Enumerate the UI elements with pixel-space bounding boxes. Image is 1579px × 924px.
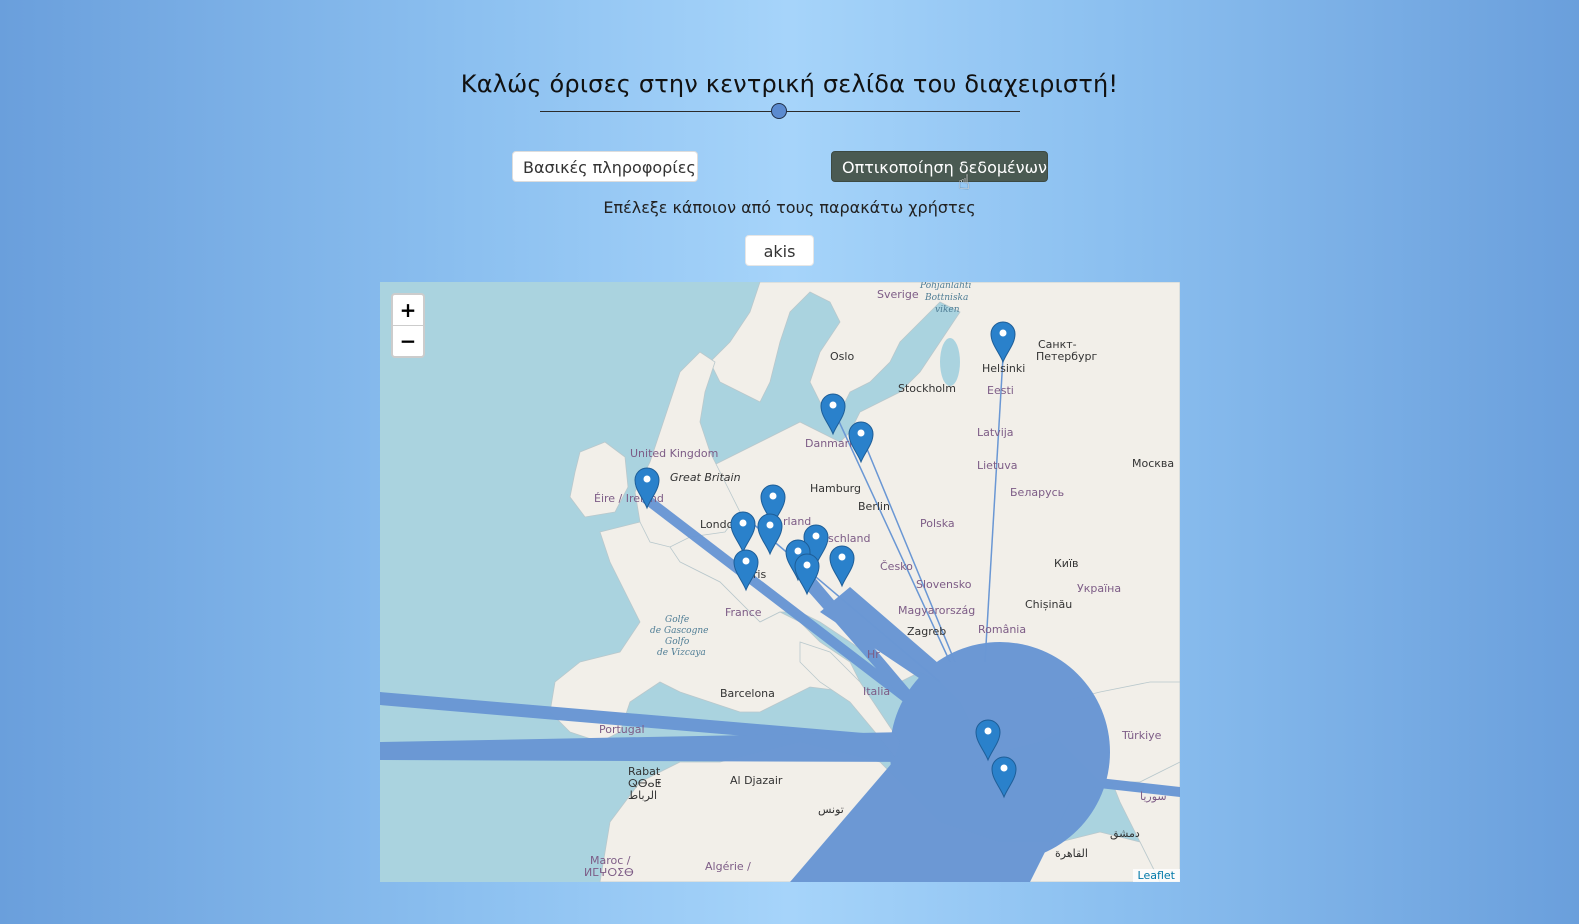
map-label-lietuva: Lietuva bbox=[977, 459, 1018, 472]
user-button-akis[interactable]: akis bbox=[745, 235, 814, 266]
map-label-tunis: تونس bbox=[818, 803, 844, 816]
map-label-kyiv: Київ bbox=[1054, 557, 1079, 570]
zoom-control: + − bbox=[391, 293, 425, 358]
zoom-in-button[interactable]: + bbox=[393, 295, 423, 326]
map-label-polska: Polska bbox=[920, 517, 955, 530]
select-user-prompt: Επέλεξε κάποιον από τους παρακάτω χρήστε… bbox=[603, 198, 976, 217]
page-title: Καλώς όρισες στην κεντρική σελίδα του δι… bbox=[460, 70, 1119, 98]
map-label-cesko: Česko bbox=[880, 560, 913, 573]
map-label-helsinki: Helsinki bbox=[982, 362, 1025, 375]
map-label-golfe2: de Gascogne bbox=[650, 626, 708, 636]
divider-dot bbox=[771, 103, 787, 119]
map-label-hr: Hr bbox=[867, 648, 880, 661]
zoom-out-button[interactable]: − bbox=[393, 326, 423, 356]
map-label-gb: Great Britain bbox=[670, 471, 741, 484]
map-label-zagreb: Zagreb bbox=[907, 625, 946, 638]
map-label-dimashq: دمشق bbox=[1110, 827, 1140, 841]
map-label-spb2: Петербург bbox=[1036, 350, 1097, 363]
map-label-ukraina: Україна bbox=[1077, 582, 1121, 595]
map-label-alqahira: القاهرة bbox=[1055, 847, 1088, 860]
map-label-oslo: Oslo bbox=[830, 350, 854, 363]
map-label-aldjazair: Al Djazair bbox=[730, 774, 783, 787]
map-label-berlin: Berlin bbox=[858, 500, 890, 513]
basic-info-button[interactable]: Βασικές πληροφορίες bbox=[512, 151, 698, 182]
map-label-eesti: Eesti bbox=[987, 384, 1014, 397]
map-label-danmark: Danmark bbox=[805, 437, 856, 450]
map-label-golfe3: Golfo bbox=[665, 637, 690, 647]
map-label-stockholm: Stockholm bbox=[898, 382, 956, 395]
map-label-hamburg: Hamburg bbox=[810, 482, 861, 495]
map-label-deutschland: schland bbox=[828, 532, 871, 545]
map-label-nederland: rland bbox=[783, 515, 811, 528]
map-label-pohjanlahti: Pohjanlahti bbox=[919, 282, 972, 291]
hand-cursor-icon: ☝ bbox=[958, 170, 971, 194]
map-label-golfe4: de Vizcaya bbox=[657, 648, 706, 658]
map-label-bottniska: Bottniska bbox=[924, 293, 968, 303]
map-tiles: Sverige Pohjanlahti Bottniska viken Oslo… bbox=[380, 282, 1180, 882]
map-label-belarus: Беларусь bbox=[1010, 486, 1064, 499]
map-label-maroc2: ⵍⵎⵖⵔⵉⴱ bbox=[584, 866, 634, 879]
map-label-golfe1: Golfe bbox=[665, 615, 689, 625]
map-label-turkiye: Türkiye bbox=[1121, 729, 1162, 742]
map-label-sverige: Sverige bbox=[877, 288, 919, 301]
map-label-italia: Italia bbox=[863, 685, 890, 698]
map-label-romania: România bbox=[978, 623, 1026, 636]
map[interactable]: Sverige Pohjanlahti Bottniska viken Oslo… bbox=[380, 282, 1180, 882]
map-label-chisinau: Chișinău bbox=[1025, 598, 1072, 611]
map-label-suriya: سوريا bbox=[1140, 790, 1167, 803]
map-label-magyar: Magyarország bbox=[898, 604, 975, 617]
map-label-latvija: Latvija bbox=[977, 426, 1014, 439]
map-label-moskva: Москва bbox=[1132, 457, 1174, 470]
map-label-rabat3: الرباط bbox=[628, 789, 657, 802]
data-visualization-button[interactable]: Οπτικοποίηση δεδομένων bbox=[831, 151, 1048, 182]
map-attribution[interactable]: Leaflet bbox=[1132, 869, 1180, 882]
map-label-uk: United Kingdom bbox=[630, 447, 718, 460]
map-label-france: France bbox=[725, 606, 762, 619]
map-label-algerie: Algérie / bbox=[705, 860, 751, 873]
map-label-portugal: Portugal bbox=[599, 723, 645, 736]
map-label-viken: viken bbox=[935, 305, 960, 315]
map-label-barcelona: Barcelona bbox=[720, 687, 775, 700]
map-label-slovensko: Slovensko bbox=[916, 578, 972, 591]
